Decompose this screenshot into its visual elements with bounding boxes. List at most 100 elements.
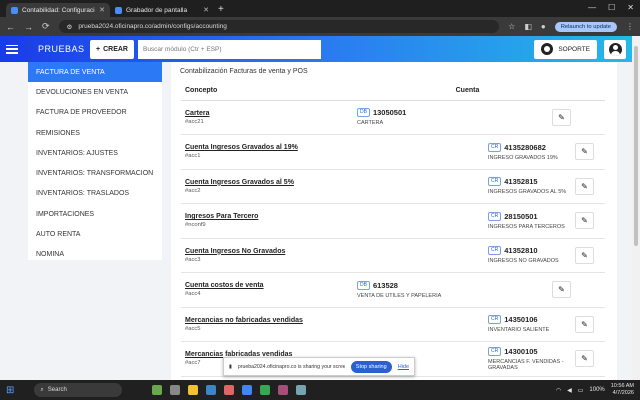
panel-title: Contabilización Facturas de venta y POS bbox=[180, 68, 308, 75]
sidebar-item-inventarios-traslados[interactable]: INVENTARIOS: TRASLADOS bbox=[28, 184, 162, 204]
account-type-badge: DB bbox=[357, 108, 370, 118]
new-tab-icon[interactable]: + bbox=[218, 4, 224, 15]
concepto-code: #acc3 bbox=[185, 256, 201, 263]
url-text: prueba2024.oficinapro.co/admin/configs/a… bbox=[78, 23, 227, 30]
sidebar-item-factura-de-venta[interactable]: FACTURA DE VENTA bbox=[28, 62, 162, 83]
maximize-icon[interactable]: ☐ bbox=[608, 3, 615, 12]
edit-account-button[interactable]: ✎ bbox=[575, 246, 594, 264]
module-search-input[interactable] bbox=[137, 39, 321, 59]
account-description: INGRESOS GRAVADOS AL 5% bbox=[488, 189, 567, 196]
taskbar-app-icon[interactable] bbox=[170, 385, 181, 395]
table-row: Cuenta Ingresos No Gravados #acc3 CR 413… bbox=[181, 238, 605, 273]
account-description: INGRESO GRAVADOS 19% bbox=[488, 154, 558, 161]
browser-tab-contabilidad[interactable]: Contabilidad: Configuraciones ✕ bbox=[6, 3, 110, 17]
relaunch-button[interactable]: Relaunch to update bbox=[554, 21, 617, 32]
crear-button[interactable]: + CREAR bbox=[90, 39, 134, 59]
edit-icon: ✎ bbox=[581, 147, 588, 157]
sidebar-item-inventarios-transformacion[interactable]: INVENTARIOS: TRANSFORMACION bbox=[28, 163, 162, 183]
wifi-icon[interactable]: ◠ bbox=[556, 387, 561, 394]
concepto-cell: Ingresos Para Tercero #nconf9 bbox=[181, 203, 326, 239]
start-menu-icon[interactable]: ⊞ bbox=[6, 385, 14, 396]
page-scrollbar[interactable] bbox=[632, 36, 640, 380]
account-type-badge: CR bbox=[488, 211, 502, 221]
edit-account-button[interactable]: ✎ bbox=[552, 108, 571, 126]
sidebar-item-nomina[interactable]: NOMINA bbox=[28, 245, 162, 265]
edit-account-button[interactable]: ✎ bbox=[552, 281, 571, 299]
concepto-name[interactable]: Cuenta Ingresos Gravados al 19% bbox=[185, 144, 326, 151]
reload-icon[interactable]: ⟳ bbox=[42, 21, 50, 32]
hide-sharing-link[interactable]: Hide bbox=[398, 364, 409, 370]
concepto-name[interactable]: Cuenta Ingresos No Gravados bbox=[185, 248, 326, 255]
config-sidebar: FACTURA DE VENTA DEVOLUCIONES EN VENTA F… bbox=[28, 62, 162, 260]
taskbar-search[interactable]: ⌕ Search bbox=[34, 383, 123, 397]
account-type-badge: CR bbox=[488, 246, 502, 256]
edit-account-button[interactable]: ✎ bbox=[575, 350, 594, 368]
edit-account-button[interactable]: ✎ bbox=[575, 212, 594, 230]
user-menu-button[interactable] bbox=[604, 39, 626, 59]
taskbar-app-icon[interactable] bbox=[224, 385, 235, 395]
account-description: VENTA DE UTILES Y PAPELERIA bbox=[357, 292, 442, 299]
browser-tab-strip: Contabilidad: Configuraciones ✕ Grabador… bbox=[0, 0, 640, 17]
soporte-button[interactable]: SOPORTE bbox=[534, 39, 597, 59]
table-row: Cuenta Ingresos Gravados al 5% #acc2 CR … bbox=[181, 169, 605, 204]
concepto-name[interactable]: Cuenta costos de venta bbox=[185, 282, 326, 289]
sidebar-item-auto-renta[interactable]: AUTO RENTA bbox=[28, 224, 162, 244]
account-entry: CR 41352815 INGRESOS GRAVADOS AL 5% ✎ bbox=[488, 177, 605, 195]
volume-icon[interactable]: ◀ bbox=[567, 387, 572, 394]
back-icon[interactable]: ← bbox=[6, 22, 15, 32]
taskbar-app-icon[interactable] bbox=[188, 385, 199, 395]
close-tab-icon[interactable]: ✕ bbox=[99, 6, 105, 14]
sidebar-item-importaciones[interactable]: IMPORTACIONES bbox=[28, 204, 162, 224]
concepto-name[interactable]: Mercancias no fabricadas vendidas bbox=[185, 317, 326, 324]
sidebar-item-devoluciones-en-venta[interactable]: DEVOLUCIONES EN VENTA bbox=[28, 82, 162, 102]
concepto-name[interactable]: Cartera bbox=[185, 110, 326, 117]
clock-date: 4/7/2026 bbox=[612, 390, 634, 396]
account-description: CARTERA bbox=[357, 120, 384, 127]
site-favicon-icon bbox=[115, 6, 122, 14]
taskbar-app-icon[interactable] bbox=[206, 385, 217, 395]
account-type-badge: DB bbox=[357, 280, 370, 290]
hamburger-menu-icon[interactable] bbox=[6, 44, 18, 54]
system-tray: ◠ ◀ ▭ 100% 10:56 AM 4/7/2026 bbox=[556, 383, 634, 397]
url-field[interactable]: ⚙ prueba2024.oficinapro.co/admin/configs… bbox=[58, 20, 500, 33]
taskbar-app-icon[interactable] bbox=[152, 385, 163, 395]
site-info-icon[interactable]: ⚙ bbox=[67, 23, 73, 31]
edit-account-button[interactable]: ✎ bbox=[575, 143, 594, 161]
taskbar-app-icon[interactable] bbox=[296, 385, 307, 395]
concepto-cell: Mercancias no fabricadas vendidas #acc5 bbox=[181, 307, 326, 342]
edit-account-button[interactable]: ✎ bbox=[575, 177, 594, 195]
account-number: 13050501 bbox=[372, 108, 407, 118]
battery-level: 100% bbox=[589, 387, 605, 393]
battery-icon[interactable]: ▭ bbox=[578, 387, 584, 394]
taskbar-app-icon[interactable] bbox=[278, 385, 289, 395]
clock[interactable]: 10:56 AM 4/7/2026 bbox=[611, 383, 634, 397]
scrollbar-thumb[interactable] bbox=[634, 46, 638, 246]
concepto-cell: Cuenta Ingresos No Gravados #acc3 bbox=[181, 238, 326, 273]
edit-account-button[interactable]: ✎ bbox=[575, 315, 594, 333]
taskbar-app-icon[interactable] bbox=[260, 385, 271, 395]
concepto-name[interactable]: Cuenta Ingresos Gravados al 5% bbox=[185, 179, 326, 186]
account-type-badge: CR bbox=[488, 142, 502, 152]
browser-tab-grabador[interactable]: Grabador de pantalla ✕ bbox=[110, 3, 214, 17]
sidebar-item-remisiones[interactable]: REMISIONES bbox=[28, 123, 162, 143]
close-window-icon[interactable]: ✕ bbox=[627, 3, 634, 12]
stop-sharing-button[interactable]: Stop sharing bbox=[350, 360, 392, 373]
minimize-icon[interactable]: — bbox=[588, 3, 596, 12]
account-entry: CR 14300105 MERCANCIAS F. VENDIDAS - GRA… bbox=[488, 346, 605, 371]
account-number: 613528 bbox=[372, 280, 398, 290]
accounting-table: Concepto Cuenta Cartera #acc21 DB 130505… bbox=[181, 82, 605, 377]
taskbar-app-icon[interactable] bbox=[242, 385, 253, 395]
sidebar-item-inventarios-ajustes[interactable]: INVENTARIOS: AJUSTES bbox=[28, 143, 162, 163]
account-type-badge: CR bbox=[488, 177, 502, 187]
account-info: CR 41352810 INGRESOS NO GRAVADOS bbox=[488, 246, 575, 264]
sidebar-item-factura-de-proveedor[interactable]: FACTURA DE PROVEEDOR bbox=[28, 103, 162, 123]
close-tab-icon[interactable]: ✕ bbox=[203, 6, 209, 14]
forward-icon[interactable]: → bbox=[24, 22, 33, 32]
concepto-code: #acc1 bbox=[185, 153, 201, 160]
menu-dots-icon[interactable]: ⋮ bbox=[626, 22, 634, 31]
profile-icon[interactable]: ● bbox=[541, 22, 546, 31]
concepto-cell: Cuenta Ingresos Gravados al 19% #acc1 bbox=[181, 134, 326, 170]
bookmark-star-icon[interactable]: ☆ bbox=[508, 22, 515, 31]
extensions-icon[interactable]: ◧ bbox=[524, 22, 532, 31]
concepto-name[interactable]: Ingresos Para Tercero bbox=[185, 213, 326, 220]
